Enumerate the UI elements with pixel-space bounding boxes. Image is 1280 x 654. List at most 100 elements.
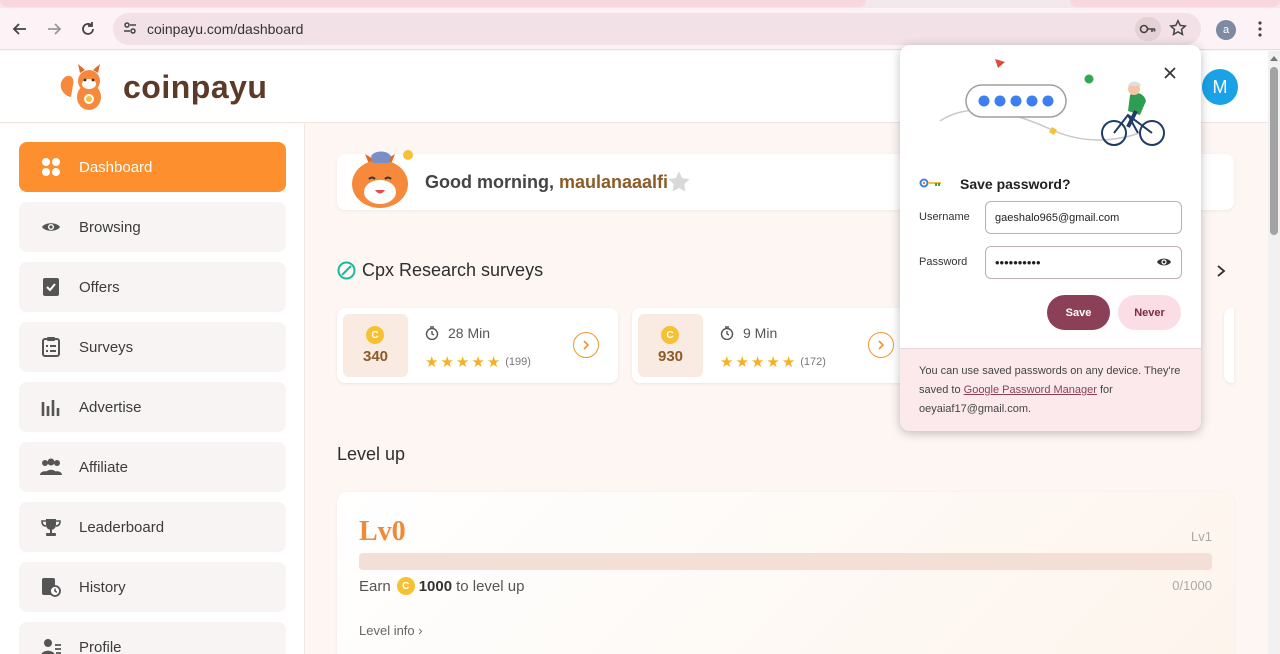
save-button[interactable]: Save <box>1047 295 1110 330</box>
survey-time-text: 28 Min <box>448 325 491 341</box>
people-icon <box>40 456 62 478</box>
level-info-link[interactable]: Level info › <box>359 623 423 638</box>
survey-coins: 340 <box>362 348 389 365</box>
star-icon: ★ <box>486 354 501 371</box>
star-icon: ★ <box>455 354 470 371</box>
show-password-eye-icon[interactable] <box>1156 256 1172 268</box>
scroll-up-arrow-icon[interactable] <box>1270 55 1278 61</box>
star-icon: ★ <box>425 354 439 371</box>
reload-icon <box>82 22 94 35</box>
sidebar-item-leaderboard[interactable]: Leaderboard <box>19 502 286 552</box>
more-menu-icon[interactable] <box>1252 20 1268 38</box>
survey-reward: C 930 <box>638 314 703 377</box>
password-label: Password <box>919 256 968 268</box>
tab-strip <box>0 0 1280 8</box>
star-icon: ★ <box>766 354 780 371</box>
browser-profile-avatar[interactable]: a <box>1216 20 1236 40</box>
never-button[interactable]: Never <box>1118 295 1181 330</box>
survey-rating: ★ ★ ★ ★ ★ (172) <box>720 353 826 371</box>
next-level: Lv1 <box>1191 529 1212 544</box>
sidebar-item-history[interactable]: History <box>19 562 286 612</box>
level-card: Lv0 Lv1 Earn C 1000 to level up 0/1000 L… <box>337 492 1234 654</box>
forward-button[interactable] <box>41 16 67 42</box>
coin-icon: C <box>366 326 384 344</box>
open-survey-button[interactable] <box>573 332 599 358</box>
sidebar-item-label: Profile <box>79 638 122 654</box>
survey-card[interactable]: C 930 9 Min ★ ★ ★ ★ ★ (172) <box>632 308 913 383</box>
sidebar-item-browsing[interactable]: Browsing <box>19 202 286 252</box>
sidebar-item-dashboard[interactable]: Dashboard <box>19 142 286 192</box>
current-level: Lv0 <box>359 516 406 547</box>
browser-toolbar: coinpayu.com/dashboard a <box>0 8 1280 50</box>
site-settings-icon[interactable] <box>122 20 138 36</box>
user-avatar[interactable]: M <box>1202 69 1238 105</box>
sidebar-item-label: Dashboard <box>79 158 153 176</box>
sidebar: Dashboard Browsing Offers Surveys Advert… <box>0 124 305 654</box>
username-label: Username <box>919 211 970 223</box>
timer-icon <box>720 326 734 340</box>
dialog-footer: You can use saved passwords on any devic… <box>900 348 1201 431</box>
survey-card-partial[interactable] <box>1224 308 1234 383</box>
sidebar-item-affiliate[interactable]: Affiliate <box>19 442 286 492</box>
timer-icon <box>425 326 439 340</box>
level-up-title: Level up <box>337 444 406 464</box>
survey-duration: 28 Min <box>425 325 490 341</box>
chevron-right-icon <box>878 340 885 350</box>
earn-prefix: Earn <box>359 577 391 595</box>
sidebar-item-label: Advertise <box>79 398 142 416</box>
level-progress-bar <box>359 553 1212 570</box>
squirrel-logo-icon <box>60 64 101 110</box>
chevron-right-icon[interactable] <box>1214 264 1228 278</box>
sidebar-item-offers[interactable]: Offers <box>19 262 286 312</box>
sidebar-item-label: Leaderboard <box>79 518 165 536</box>
open-survey-button[interactable] <box>868 332 894 358</box>
greeting-username: maulanaaalfi <box>558 172 669 192</box>
sidebar-item-label: Affiliate <box>79 458 128 476</box>
password-field[interactable]: •••••••••• <box>985 246 1182 279</box>
sidebar-item-advertise[interactable]: Advertise <box>19 382 286 432</box>
cpx-section-title: Cpx Research surveys <box>337 260 543 281</box>
address-bar[interactable]: coinpayu.com/dashboard <box>113 13 1201 45</box>
sidebar-item-surveys[interactable]: Surveys <box>19 322 286 372</box>
active-tab[interactable] <box>0 0 866 7</box>
password-key-button[interactable] <box>1135 17 1161 41</box>
scrollbar-thumb[interactable] <box>1270 67 1278 235</box>
back-button[interactable] <box>7 16 33 42</box>
survey-time-text: 9 Min <box>743 325 778 341</box>
sidebar-item-label: Browsing <box>79 218 141 236</box>
survey-coins: 930 <box>657 348 684 365</box>
coin-icon: C <box>661 326 679 344</box>
arrow-left-icon <box>12 23 26 35</box>
dialog-title: Save password? <box>960 176 1071 192</box>
sidebar-item-profile[interactable]: Profile <box>19 622 286 654</box>
password-illustration <box>939 59 1165 146</box>
greeting-text: Good morning, maulanaaalfi <box>425 172 668 193</box>
rating-count: (172) <box>800 356 826 368</box>
site-logo[interactable]: coinpayu <box>57 59 267 115</box>
clipboard-icon <box>40 336 62 358</box>
password-manager-link[interactable]: Google Password Manager <box>964 384 1097 396</box>
rating-count: (199) <box>505 356 531 368</box>
survey-reward: C 340 <box>343 314 408 377</box>
level-progress-text: 0/1000 <box>1172 578 1212 593</box>
username-field[interactable]: gaeshalo965@gmail.com <box>985 201 1182 234</box>
survey-rating: ★ ★ ★ ★ ★ (199) <box>425 353 531 371</box>
greeting-prefix: Good morning, <box>425 172 559 192</box>
survey-card[interactable]: C 340 28 Min ★ ★ ★ ★ ★ (199) <box>337 308 618 383</box>
bookmark-star-icon[interactable] <box>1169 19 1187 37</box>
tab[interactable] <box>1070 0 1280 7</box>
trophy-icon <box>40 516 62 538</box>
cpx-logo-icon <box>337 261 356 280</box>
password-manager-key-icon <box>919 178 941 188</box>
star-icon: ★ <box>440 354 454 371</box>
survey-duration: 9 Min <box>720 325 777 341</box>
reload-button[interactable] <box>75 16 101 42</box>
earn-suffix: to level up <box>456 577 525 595</box>
sidebar-item-label: Surveys <box>79 338 134 356</box>
close-icon[interactable] <box>1163 66 1177 80</box>
eye-icon <box>40 216 62 238</box>
key-icon <box>1139 24 1156 34</box>
url-text[interactable]: coinpayu.com/dashboard <box>147 21 303 37</box>
star-icon: ★ <box>735 354 749 371</box>
sidebar-item-label: History <box>79 578 126 596</box>
